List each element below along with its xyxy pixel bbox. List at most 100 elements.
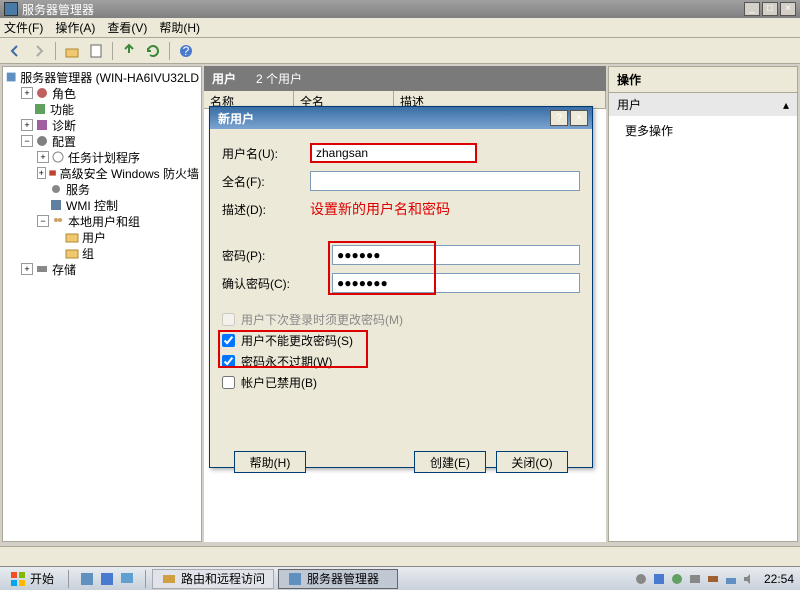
tree-panel: 服务器管理器 (WIN-HA6IVU32LD + 角色 功能 + 诊断 − 配置 [2, 66, 202, 542]
actions-title: 操作 [609, 67, 797, 93]
expand-icon[interactable]: + [37, 167, 46, 179]
cannot-change-row[interactable]: 用户不能更改密码(S) [222, 332, 580, 349]
chevron-up-icon[interactable]: ▴ [783, 98, 789, 112]
storage-icon [35, 262, 49, 276]
fullname-input[interactable] [310, 171, 580, 191]
dialog-close-button[interactable]: × [570, 110, 588, 126]
tray-icon[interactable] [688, 572, 702, 586]
tree-config[interactable]: − 配置 [5, 133, 199, 149]
help-button[interactable]: 帮助(H) [234, 451, 306, 473]
routing-icon [161, 571, 177, 587]
toolbar: ? [0, 38, 800, 64]
center-title: 用户 [212, 70, 236, 87]
close-button[interactable]: × [780, 2, 796, 16]
users-group-icon [51, 214, 65, 228]
export-button[interactable] [118, 40, 140, 62]
dialog-title: 新用户 [214, 110, 550, 127]
task-routing[interactable]: 路由和远程访问 [152, 569, 274, 589]
tree-wmi[interactable]: WMI 控制 [5, 197, 199, 213]
server-icon [5, 70, 17, 84]
must-change-checkbox [222, 313, 235, 326]
cannot-change-checkbox[interactable] [222, 334, 235, 347]
server-manager-icon [287, 571, 303, 587]
account-disabled-checkbox[interactable] [222, 376, 235, 389]
menu-view[interactable]: 查看(V) [107, 19, 147, 36]
never-expire-checkbox[interactable] [222, 355, 235, 368]
forward-button[interactable] [28, 40, 50, 62]
username-input[interactable] [310, 143, 477, 163]
actions-panel: 操作 用户 ▴ 更多操作 [608, 66, 798, 542]
expand-icon[interactable]: + [21, 119, 33, 131]
fullname-label: 全名(F): [222, 173, 310, 190]
expand-icon[interactable]: + [21, 263, 33, 275]
quick-launch [73, 571, 141, 587]
confirm-password-input[interactable] [332, 273, 580, 293]
tree-diagnostics[interactable]: + 诊断 [5, 117, 199, 133]
tree-services[interactable]: 服务 [5, 181, 199, 197]
maximize-button[interactable]: □ [762, 2, 778, 16]
center-header: 用户 2 个用户 [204, 66, 606, 91]
roles-icon [35, 86, 49, 100]
expand-icon[interactable]: + [21, 87, 33, 99]
tree-firewall[interactable]: + 高级安全 Windows 防火墙 [5, 165, 199, 181]
minimize-button[interactable]: _ [744, 2, 760, 16]
tray-icon[interactable] [706, 572, 720, 586]
features-icon [33, 102, 47, 116]
menu-action[interactable]: 操作(A) [55, 19, 95, 36]
disabled-row[interactable]: 帐户已禁用(B) [222, 374, 580, 391]
explorer-icon[interactable] [99, 571, 115, 587]
username-label: 用户名(U): [222, 145, 310, 162]
tree-users[interactable]: 用户 [5, 229, 199, 245]
password-label: 密码(P): [222, 247, 332, 264]
tree-roles[interactable]: + 角色 [5, 85, 199, 101]
tree-task-scheduler[interactable]: + 任务计划程序 [5, 149, 199, 165]
task-server-manager[interactable]: 服务器管理器 [278, 569, 398, 589]
config-icon [35, 134, 49, 148]
actions-more[interactable]: 更多操作 [609, 116, 797, 145]
wmi-icon [49, 198, 63, 212]
tray-icon[interactable] [652, 572, 666, 586]
folder-icon [65, 230, 79, 244]
actions-subheader: 用户 ▴ [609, 93, 797, 116]
network-icon[interactable] [724, 572, 738, 586]
app-icon [4, 2, 18, 16]
tree-features[interactable]: 功能 [5, 101, 199, 117]
gear-icon [49, 182, 63, 196]
properties-button[interactable] [85, 40, 107, 62]
up-button[interactable] [61, 40, 83, 62]
refresh-button[interactable] [142, 40, 164, 62]
tray-icon[interactable] [634, 572, 648, 586]
clock[interactable]: 22:54 [764, 572, 794, 586]
server-manager-icon[interactable] [79, 571, 95, 587]
create-button[interactable]: 创建(E) [414, 451, 486, 473]
menubar: 文件(F) 操作(A) 查看(V) 帮助(H) [0, 18, 800, 38]
back-button[interactable] [4, 40, 26, 62]
tree-groups[interactable]: 组 [5, 245, 199, 261]
volume-icon[interactable] [742, 572, 756, 586]
collapse-icon[interactable]: − [37, 215, 49, 227]
password-input[interactable] [332, 245, 580, 265]
clock-icon [51, 150, 65, 164]
menu-help[interactable]: 帮助(H) [159, 19, 200, 36]
collapse-icon[interactable]: − [21, 135, 33, 147]
tray-icon[interactable] [670, 572, 684, 586]
never-expire-row[interactable]: 密码永不过期(W) [222, 353, 580, 370]
tree-root[interactable]: 服务器管理器 (WIN-HA6IVU32LD [5, 69, 199, 85]
diagnostics-icon [35, 118, 49, 132]
tree-storage[interactable]: + 存储 [5, 261, 199, 277]
center-count: 2 个用户 [256, 70, 302, 87]
help-button[interactable]: ? [175, 40, 197, 62]
must-change-row: 用户下次登录时须更改密码(M) [222, 311, 580, 328]
close-button[interactable]: 关闭(O) [496, 451, 568, 473]
tree-local-users[interactable]: − 本地用户和组 [5, 213, 199, 229]
window-titlebar: 服务器管理器 _ □ × [0, 0, 800, 18]
taskbar: 开始 路由和远程访问 服务器管理器 22:54 [0, 566, 800, 590]
annotation-text: 设置新的用户名和密码 [310, 199, 580, 219]
menu-file[interactable]: 文件(F) [4, 19, 43, 36]
desktop-icon[interactable] [119, 571, 135, 587]
dialog-body: 用户名(U): 全名(F): 描述(D): 设置新的用户名和密码 密码(P): … [210, 129, 592, 487]
dialog-help-button[interactable]: ? [550, 110, 568, 126]
confirm-label: 确认密码(C): [222, 275, 332, 292]
start-button[interactable]: 开始 [0, 567, 64, 590]
expand-icon[interactable]: + [37, 151, 49, 163]
